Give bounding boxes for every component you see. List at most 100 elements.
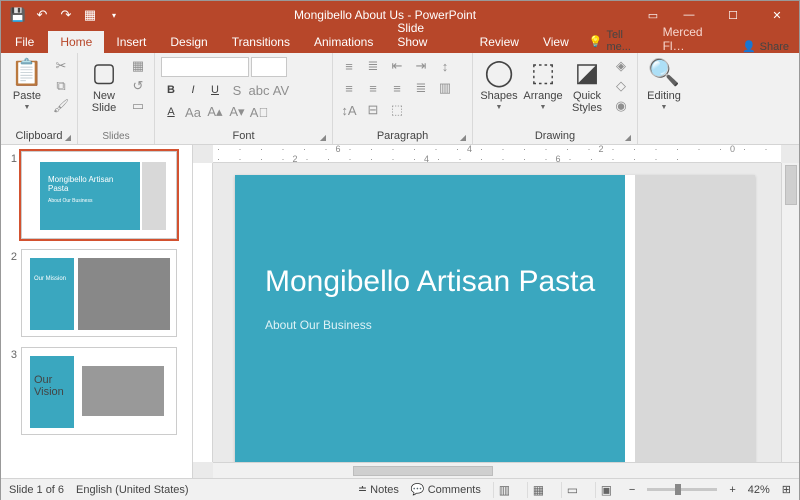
dialog-launcher-icon[interactable]: ◢ [320,133,326,142]
quick-styles-icon: ◪ [575,57,600,88]
strike-button[interactable]: abc [249,81,269,99]
start-from-beginning-icon[interactable]: ▦ [79,4,101,26]
bold-button[interactable]: B [161,81,181,99]
horizontal-scrollbar[interactable] [213,462,799,478]
dialog-launcher-icon[interactable]: ◢ [460,133,466,142]
numbering-icon[interactable]: ≣ [363,57,383,75]
align-right-icon[interactable]: ≡ [387,79,407,97]
dialog-launcher-icon[interactable]: ◢ [625,133,631,142]
align-left-icon[interactable]: ≡ [339,79,359,97]
editing-button[interactable]: 🔍Editing▼ [644,57,684,111]
tab-design[interactable]: Design [158,31,219,53]
ribbon-tabs: File Home Insert Design Transitions Anim… [1,29,799,53]
tell-me[interactable]: 💡Tell me... [581,29,657,53]
shape-fill-icon[interactable]: ◈ [611,57,631,75]
font-color-icon[interactable]: A [161,103,181,121]
font-size-combo[interactable] [251,57,287,77]
change-case-icon[interactable]: Aa [183,103,203,121]
reading-view-icon[interactable]: ▭ [561,482,583,498]
layout-icon[interactable]: ▦ [128,57,148,75]
vertical-scrollbar[interactable] [781,163,799,462]
language[interactable]: English (United States) [76,484,189,496]
new-slide-button[interactable]: ▢ New Slide [84,57,124,114]
redo-icon[interactable]: ↷ [55,4,77,26]
slide-canvas[interactable]: Mongibello Artisan Pasta About Our Busin… [213,163,781,462]
paste-button[interactable]: 📋 Paste ▼ [7,57,47,111]
line-spacing-icon[interactable]: ↕ [435,57,455,75]
slide-position[interactable]: Slide 1 of 6 [9,484,64,496]
share-button[interactable]: 👤Share [732,40,799,53]
fit-to-window-icon[interactable]: ⊞ [782,483,791,496]
justify-icon[interactable]: ≣ [411,79,431,97]
close-icon[interactable]: ✕ [755,1,799,29]
shapes-button[interactable]: ◯Shapes▼ [479,57,519,111]
dialog-launcher-icon[interactable]: ◢ [65,133,71,142]
shape-effects-icon[interactable]: ◉ [611,97,631,115]
tab-transitions[interactable]: Transitions [220,31,302,53]
shadow-button[interactable]: S [227,81,247,99]
format-painter-icon[interactable]: 🖌 [51,97,71,115]
slide-subtitle[interactable]: About Our Business [265,318,599,332]
section-icon[interactable]: ▭ [128,97,148,115]
copy-icon[interactable]: ⧉ [51,77,71,95]
cut-icon[interactable]: ✂ [51,57,71,75]
thumb-2[interactable]: 2 Our Mission [5,249,188,337]
quick-styles-button[interactable]: ◪Quick Styles [567,57,607,114]
align-text-icon[interactable]: ⊟ [363,101,383,119]
status-bar: Slide 1 of 6 English (United States) ≐ N… [1,478,799,500]
character-spacing-icon[interactable]: AV [271,81,291,99]
arrange-button[interactable]: ⬚Arrange▼ [523,57,563,111]
align-center-icon[interactable]: ≡ [363,79,383,97]
tab-review[interactable]: Review [468,31,531,53]
columns-icon[interactable]: ▥ [435,79,455,97]
sorter-view-icon[interactable]: ▦ [527,482,549,498]
arrange-icon: ⬚ [531,57,556,88]
underline-button[interactable]: U [205,81,225,99]
normal-view-icon[interactable]: ▥ [493,482,515,498]
smartart-icon[interactable]: ⬚ [387,101,407,119]
undo-icon[interactable]: ↶ [31,4,53,26]
share-icon: 👤 [742,40,756,53]
zoom-level[interactable]: 42% [748,484,770,496]
group-drawing: ◯Shapes▼ ⬚Arrange▼ ◪Quick Styles ◈ ◇ ◉ D… [473,53,638,144]
shapes-icon: ◯ [484,57,513,88]
grow-font-icon[interactable]: A▴ [205,103,225,121]
workspace: 1 Mongibello Artisan PastaAbout Our Busi… [1,145,799,478]
group-paragraph: ≡ ≣ ⇤ ⇥ ↕ ≡ ≡ ≡ ≣ ▥ ↕A ⊟ ⬚ Paragraph◢ [333,53,473,144]
zoom-out-icon[interactable]: − [629,484,635,496]
notes-button[interactable]: ≐ Notes [358,483,399,496]
text-direction-icon[interactable]: ↕A [339,101,359,119]
slide-title[interactable]: Mongibello Artisan Pasta [265,265,599,300]
account-name[interactable]: Merced Fl… [657,25,732,53]
tab-animations[interactable]: Animations [302,31,385,53]
thumb-1[interactable]: 1 Mongibello Artisan PastaAbout Our Busi… [5,151,188,239]
tab-slideshow[interactable]: Slide Show [385,17,467,53]
slide-1[interactable]: Mongibello Artisan Pasta About Our Busin… [235,175,755,462]
qat-customize-icon[interactable]: ▾ [103,4,125,26]
font-name-combo[interactable] [161,57,249,77]
edit-pane: · · · · · ·6· · · · · ·4· · · · · ·2· · … [193,145,799,478]
shape-outline-icon[interactable]: ◇ [611,77,631,95]
tab-file[interactable]: File [1,31,48,53]
thumb-3[interactable]: 3 Our Vision [5,347,188,435]
ribbon: 📋 Paste ▼ ✂ ⧉ 🖌 Clipboard◢ ▢ New Slide ▦… [1,53,799,145]
slideshow-view-icon[interactable]: ▣ [595,482,617,498]
comments-button[interactable]: 💬 Comments [411,483,481,496]
clear-format-icon[interactable]: A⃠ [249,103,269,121]
bullets-icon[interactable]: ≡ [339,57,359,75]
increase-indent-icon[interactable]: ⇥ [411,57,431,75]
reset-icon[interactable]: ↺ [128,77,148,95]
tab-insert[interactable]: Insert [104,31,158,53]
save-icon[interactable]: 💾 [7,4,29,26]
decrease-indent-icon[interactable]: ⇤ [387,57,407,75]
clipboard-icon: 📋 [11,57,43,88]
tab-home[interactable]: Home [48,31,104,53]
zoom-in-icon[interactable]: + [729,484,735,496]
tab-view[interactable]: View [531,31,581,53]
zoom-slider[interactable] [647,488,717,491]
shrink-font-icon[interactable]: A▾ [227,103,247,121]
slide-thumbnail-pane[interactable]: 1 Mongibello Artisan PastaAbout Our Busi… [1,145,193,478]
italic-button[interactable]: I [183,81,203,99]
group-font: B I U S abc AV A Aa A▴ A▾ A⃠ Font◢ [155,53,333,144]
group-clipboard: 📋 Paste ▼ ✂ ⧉ 🖌 Clipboard◢ [1,53,78,144]
